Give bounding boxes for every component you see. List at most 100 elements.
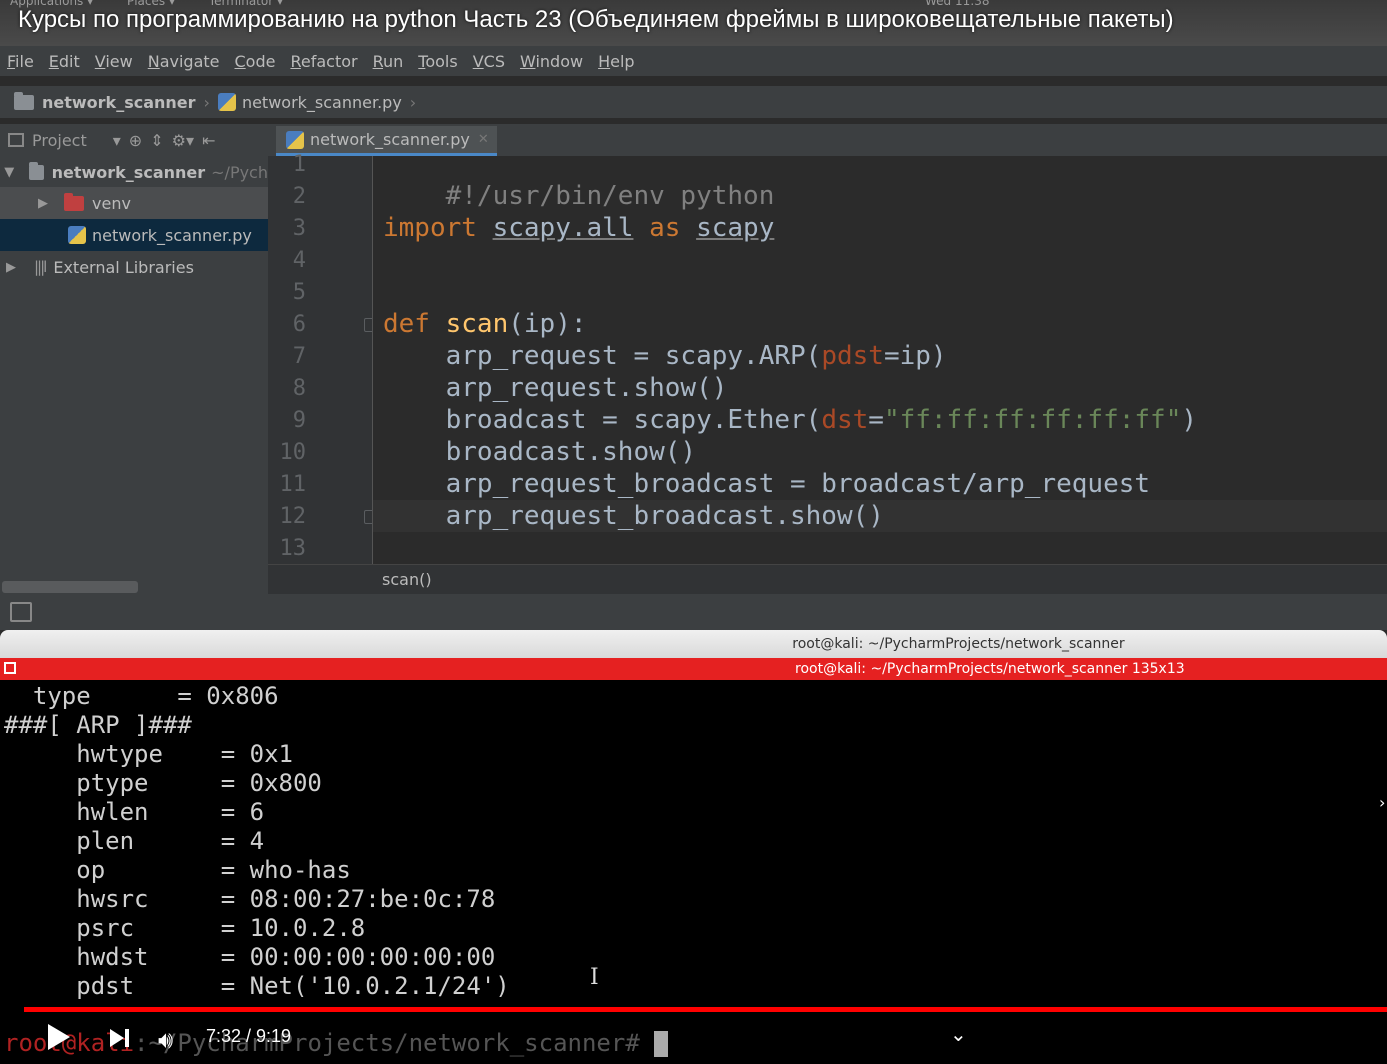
menu-file[interactable]: File <box>7 52 34 71</box>
terminal-tab-bar: root@kali: ~/PycharmProjects/network_sca… <box>0 658 1387 680</box>
terminal-title: root@kali: ~/PycharmProjects/network_sca… <box>792 636 1125 652</box>
code-editor[interactable]: #!/usr/bin/env python import scapy.all a… <box>373 156 1387 564</box>
terminal-subtitle: root@kali: ~/PycharmProjects/network_sca… <box>795 661 1185 677</box>
tree-item-root[interactable]: ▼ network_scanner ~/Pych <box>0 156 268 188</box>
terminal-line: ###[ ARP ]### <box>4 711 192 739</box>
next-icon[interactable] <box>110 1029 124 1047</box>
terminal-line: hwdst = 00:00:00:00:00:00 <box>4 943 496 971</box>
chevron-right-icon[interactable]: › <box>1379 793 1385 812</box>
tree-item-file[interactable]: network_scanner.py <box>0 219 268 251</box>
line-number: 13 <box>279 536 307 561</box>
terminal-line: pdst = Net('10.0.2.1/24') <box>4 972 510 1000</box>
terminal-line: hwtype = 0x1 <box>4 740 293 768</box>
code-text: broadcast.show() <box>445 437 697 467</box>
volume-icon[interactable]: 🔊︎ <box>158 1026 173 1054</box>
line-number: 7 <box>292 344 306 369</box>
tab-network-scanner[interactable]: network_scanner.py ✕ <box>276 126 497 156</box>
chevron-right-icon[interactable]: ▶ <box>4 260 18 275</box>
breadcrumb-function[interactable]: scan() <box>382 570 432 589</box>
chevron-right-icon: › <box>409 92 417 112</box>
chevron-right-icon[interactable]: ▶ <box>36 196 50 211</box>
line-number: 11 <box>279 472 307 497</box>
code-text: =ip) <box>883 341 947 371</box>
code-text: arp_request_broadcast = broadcast/arp_re… <box>445 469 1151 499</box>
line-number: 9 <box>292 408 306 433</box>
module-name: scapy.all <box>492 213 634 243</box>
code-line-3: import scapy.all as scapy <box>383 212 774 244</box>
text-cursor-icon: I <box>590 965 599 990</box>
code-breadcrumb: scan() <box>268 564 1387 594</box>
terminal-line: hwsrc = 08:00:27:be:0c:78 <box>4 885 496 913</box>
code-text: arp_request.show() <box>445 373 728 403</box>
code-line-9: broadcast = scapy.Ether(dst="ff:ff:ff:ff… <box>383 404 1197 436</box>
keyword-def: def <box>383 309 430 339</box>
tree-item-venv[interactable]: ▶ venv <box>0 187 268 219</box>
collapse-icon[interactable]: ⇕ <box>150 131 163 150</box>
function-name: scan <box>445 309 509 339</box>
line-number: 10 <box>279 440 307 465</box>
code-line-12: arp_request_broadcast.show() <box>383 500 884 532</box>
menu-code[interactable]: Code <box>235 52 276 71</box>
nav-project[interactable]: network_scanner <box>42 93 196 112</box>
menu-tools[interactable]: Tools <box>418 52 457 71</box>
menu-help[interactable]: Help <box>598 52 634 71</box>
param-name: pdst <box>821 341 884 371</box>
project-view-selector[interactable]: Project <box>32 131 87 150</box>
menu-edit[interactable]: Edit <box>49 52 80 71</box>
tree-root-label: network_scanner <box>51 162 206 182</box>
menu-run[interactable]: Run <box>373 52 404 71</box>
menu-view[interactable]: View <box>95 52 133 71</box>
menu-window[interactable]: Window <box>520 52 583 71</box>
tree-item-external-libraries[interactable]: ▶ |||l External Libraries <box>0 251 268 283</box>
project-panel-icon <box>8 133 24 147</box>
function-signature: (ip): <box>508 309 587 339</box>
code-line-11: arp_request_broadcast = broadcast/arp_re… <box>383 468 1150 500</box>
terminal-icon[interactable] <box>4 662 16 674</box>
code-line-8: arp_request.show() <box>383 372 728 404</box>
chevron-right-icon: › <box>203 92 210 112</box>
menu-refactor[interactable]: Refactor <box>290 52 357 71</box>
close-icon[interactable]: ✕ <box>478 132 489 147</box>
terminal-line: ptype = 0x800 <box>4 769 322 797</box>
hide-panel-icon[interactable]: ⇤ <box>202 131 215 150</box>
code-line-10: broadcast.show() <box>383 436 696 468</box>
tree-libs-label: External Libraries <box>53 257 194 277</box>
terminal-line: type = 0x806 <box>4 682 279 710</box>
chevron-down-icon[interactable]: ⌄ <box>950 1022 967 1046</box>
line-number: 6 <box>292 312 306 337</box>
line-number: 8 <box>292 376 306 401</box>
play-icon[interactable] <box>48 1024 70 1050</box>
code-text: ) <box>1181 405 1198 435</box>
folder-icon <box>14 91 34 110</box>
line-number: 5 <box>292 280 306 305</box>
terminal-line: op = who-has <box>4 856 351 884</box>
menu-navigate[interactable]: Navigate <box>148 52 220 71</box>
ide-status-bar <box>0 594 1387 630</box>
video-player-controls: 🔊︎ 7:32 / 9:19 ⌄ <box>0 1012 1387 1064</box>
keyword-as: as <box>649 213 681 243</box>
code-text: arp_request_broadcast.show() <box>445 501 884 531</box>
menu-vcs[interactable]: VCS <box>473 52 505 71</box>
video-title-bar: Applications ▾ Places ▾ Terminator ▾ Wed… <box>0 0 1387 46</box>
chevron-down-icon[interactable]: ▼ <box>4 165 15 180</box>
python-file-icon <box>217 93 236 111</box>
next-icon-bar <box>125 1029 129 1047</box>
terminal-line: psrc = 10.0.2.8 <box>4 914 366 942</box>
locate-icon[interactable]: ⊕ <box>129 131 142 150</box>
param-name: dst <box>821 405 869 435</box>
code-line-1: #!/usr/bin/env python <box>383 156 775 211</box>
line-number: 3 <box>292 216 306 241</box>
nav-file[interactable]: network_scanner.py <box>242 93 402 112</box>
horizontal-scrollbar[interactable] <box>2 581 138 593</box>
project-tree: ▼ network_scanner ~/Pych ▶ venv network_… <box>0 156 268 600</box>
tree-root-path: ~/Pych <box>211 162 268 182</box>
chevron-down-icon[interactable]: ▾ <box>113 131 121 150</box>
gear-icon[interactable]: ⚙▾ <box>172 131 194 150</box>
video-title[interactable]: Курсы по программированию на python Част… <box>18 6 1174 34</box>
tool-windows-icon[interactable] <box>10 602 32 622</box>
string-literal: "ff:ff:ff:ff:ff:ff" <box>883 405 1182 435</box>
editor-tabs: network_scanner.py ✕ <box>268 124 1387 156</box>
code-line-6: def scan(ip): <box>383 308 587 340</box>
code-text: = <box>868 405 884 435</box>
menu-bar: File Edit View Navigate Code Refactor Ru… <box>0 46 1387 76</box>
